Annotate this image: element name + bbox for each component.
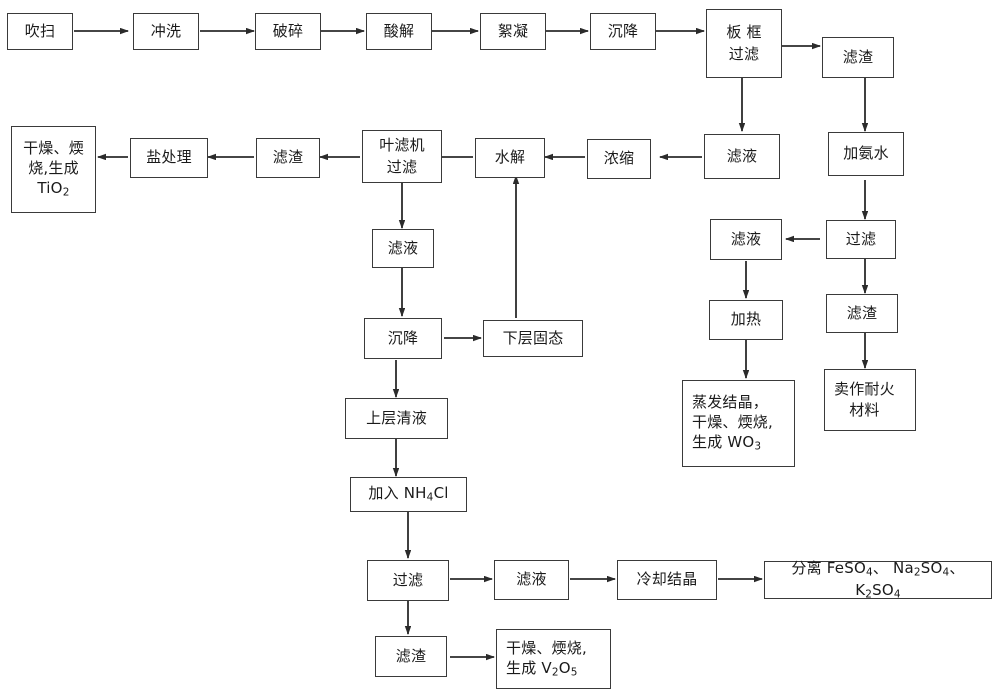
node-add-nh4cl[interactable]: 加入 NH4Cl [350,477,467,512]
node-label: 滤液 [387,238,419,257]
node-upper-clear-liquid[interactable]: 上层清液 [345,398,448,439]
node-rinse[interactable]: 冲洗 [133,13,199,50]
node-label-line2: 生成 V2O5 [506,659,578,679]
node-label: 浓缩 [603,149,635,168]
node-label: 加入 NH4Cl [368,484,449,504]
node-label: 加热 [730,310,762,329]
node-label: 板 框 过滤 [726,23,762,63]
node-leaf-filter[interactable]: 叶滤机 过滤 [362,130,442,183]
node-label: 沉降 [387,328,419,347]
node-filtrate-row2-right[interactable]: 滤液 [704,134,780,179]
node-label: 滤渣 [842,47,874,66]
node-plate-frame-filter[interactable]: 板 框 过滤 [706,9,782,78]
node-label: 滤渣 [395,646,427,665]
node-label: 滤渣 [846,303,878,322]
node-label-line3: TiO2 [37,178,70,199]
node-label: 水解 [494,148,526,167]
node-acidolysis[interactable]: 酸解 [366,13,432,50]
node-dry-calcine-tio2[interactable]: 干燥、煗 烧,生成 TiO2 [11,126,96,213]
node-label: 过滤 [392,570,424,589]
node-flocculation[interactable]: 絮凝 [480,13,546,50]
node-label: 加氨水 [843,144,889,163]
node-concentrate[interactable]: 浓缩 [587,139,651,179]
node-residue-right[interactable]: 滤渣 [826,294,898,333]
node-label: 滤液 [726,146,758,165]
node-label: 卖作耐火 材料 [834,380,895,419]
node-label: 酸解 [383,21,415,40]
node-label: 破碎 [272,21,304,40]
node-label: 滤渣 [272,148,304,167]
node-label: 冷却结晶 [636,570,698,589]
node-label: 叶滤机 过滤 [379,136,425,176]
node-label-line1: 干燥、煗烧, [506,639,587,658]
node-crush[interactable]: 破碎 [255,13,321,50]
node-label: 絮凝 [497,21,529,40]
node-label: 滤液 [730,229,762,248]
node-label: 沉降 [607,21,639,40]
node-label: 滤液 [516,570,547,589]
node-filter-right[interactable]: 过滤 [826,220,896,259]
node-evaporate-crystallize-wo3[interactable]: 蒸发结晶， 干燥、煗烧, 生成 WO3 [682,380,795,467]
node-hydrolysis[interactable]: 水解 [475,138,545,178]
node-add-ammonia[interactable]: 加氨水 [828,132,904,176]
node-cooling-crystallization[interactable]: 冷却结晶 [617,560,717,600]
node-filtrate-mid[interactable]: 滤液 [372,229,434,268]
node-heat[interactable]: 加热 [709,300,783,340]
node-residue-left-row2[interactable]: 滤渣 [256,138,320,178]
node-label: 过滤 [845,229,877,248]
node-label-line3: 生成 WO3 [692,432,762,453]
node-label: 吹扫 [24,21,56,40]
node-label: 上层清液 [366,408,427,427]
node-label: 盐处理 [146,148,192,167]
node-filtrate-right[interactable]: 滤液 [710,219,782,260]
node-separate-sulfates[interactable]: 分离 FeSO4、 Na2SO4、 K2SO4 [764,558,992,601]
node-residue-bottom[interactable]: 滤渣 [375,636,447,677]
node-label-line2: 干燥、煗烧, [692,412,773,431]
node-residue-top-right[interactable]: 滤渣 [822,37,894,78]
node-label: 冲洗 [150,21,182,40]
node-label-line1: 干燥、煗 [23,139,84,158]
node-lower-solid[interactable]: 下层固态 [483,320,583,357]
node-label: 下层固态 [502,328,564,347]
node-settling-mid[interactable]: 沉降 [364,318,442,359]
node-sell-refractory-material[interactable]: 卖作耐火 材料 [824,369,916,431]
node-filtrate-bottom[interactable]: 滤液 [494,560,569,600]
node-salt-treatment[interactable]: 盐处理 [130,138,208,178]
node-filter-bottom[interactable]: 过滤 [367,560,449,601]
node-dry-calcine-v2o5[interactable]: 干燥、煗烧, 生成 V2O5 [496,629,611,689]
node-blow-sweep[interactable]: 吹扫 [7,13,73,50]
flowchart-canvas: 吹扫 冲洗 破碎 酸解 絮凝 沉降 板 框 过滤 滤渣 干燥、煗 烧,生成 Ti… [0,0,1000,692]
node-label: 分离 FeSO4、 Na2SO4、 K2SO4 [791,558,965,601]
node-label-line2: 烧,生成 [28,158,79,177]
node-settling-top[interactable]: 沉降 [590,13,656,50]
node-label-line1: 蒸发结晶， [692,393,769,412]
